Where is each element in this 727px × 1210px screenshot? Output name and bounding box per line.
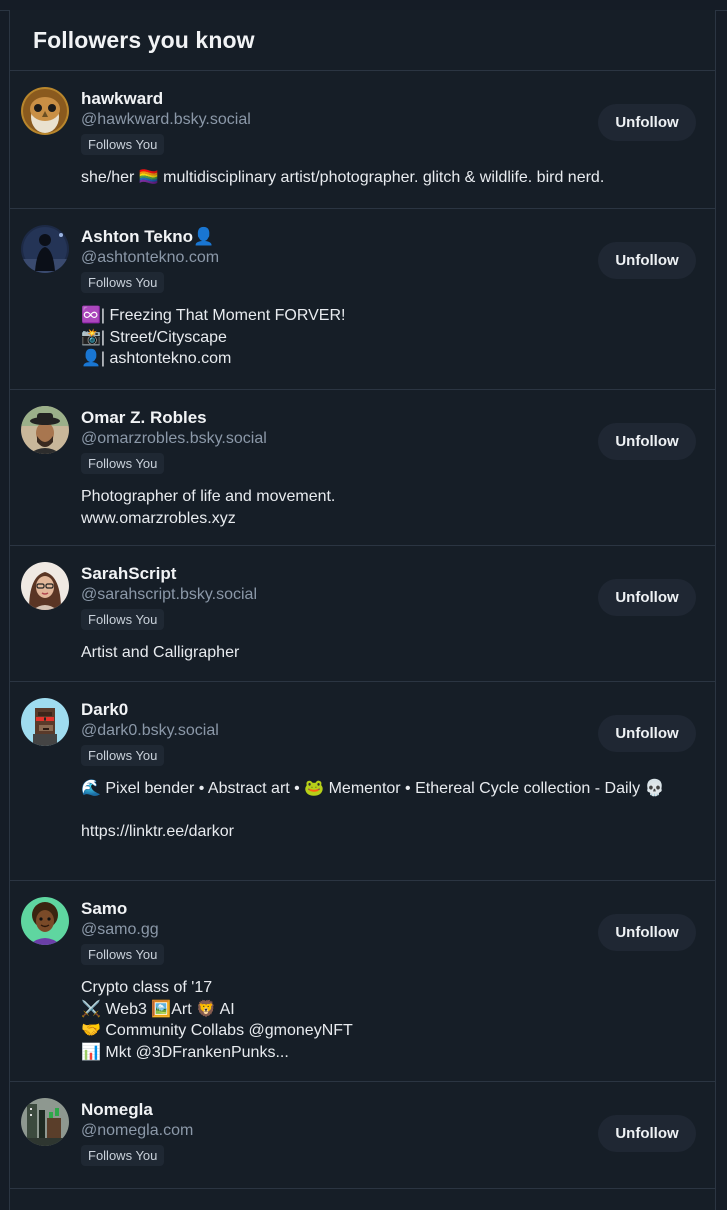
unfollow-button[interactable]: Unfollow: [598, 423, 696, 460]
unfollow-button[interactable]: Unfollow: [598, 242, 696, 279]
panel-header: Followers you know: [10, 10, 715, 71]
unfollow-button[interactable]: Unfollow: [598, 579, 696, 616]
owl-avatar[interactable]: [21, 87, 69, 135]
follower-bio: Photographer of life and movement. www.o…: [81, 488, 336, 527]
unfollow-button[interactable]: Unfollow: [598, 914, 696, 951]
follower-bio: she/her 🏳️‍🌈 multidisciplinary artist/ph…: [81, 169, 605, 186]
follows-you-badge: Follows You: [81, 134, 165, 155]
follower-name[interactable]: Samo: [81, 898, 695, 919]
pixel-ape-avatar[interactable]: [21, 698, 69, 746]
follower-bio: Artist and Calligrapher: [81, 644, 240, 661]
follower-row[interactable]: Dark0 @dark0.bsky.social Follows You 🌊 P…: [10, 682, 715, 881]
follower-row[interactable]: Ashton Tekno👤 @ashtontekno.com Follows Y…: [10, 209, 715, 390]
follower-row[interactable]: Samo @samo.gg Follows You Crypto class o…: [10, 881, 715, 1082]
follower-name[interactable]: Ashton Tekno👤: [81, 226, 695, 247]
followers-panel: Followers you know hawkward @hawkward.bs…: [9, 10, 716, 1210]
follower-bio: 🌊 Pixel bender • Abstract art • 🐸 Mement…: [81, 780, 665, 840]
follower-bio: Crypto class of '17 ⚔️ Web3 🖼️Art 🦁 AI 🤝…: [81, 979, 353, 1061]
silhouette-avatar[interactable]: [21, 225, 69, 273]
follower-row[interactable]: Nomegla @nomegla.com Follows You Unfollo…: [10, 1082, 715, 1189]
follower-name[interactable]: Omar Z. Robles: [81, 407, 695, 428]
portrait-avatar[interactable]: [21, 562, 69, 610]
follows-you-badge: Follows You: [81, 944, 165, 965]
unfollow-button[interactable]: Unfollow: [598, 715, 696, 752]
follower-name[interactable]: Dark0: [81, 699, 695, 720]
follower-name[interactable]: hawkward: [81, 88, 695, 109]
hat-portrait-avatar[interactable]: [21, 406, 69, 454]
page-title: Followers you know: [33, 27, 255, 53]
follower-bio: ♾️| Freezing That Moment FORVER! 📸| Stre…: [81, 307, 346, 367]
follower-name[interactable]: SarahScript: [81, 563, 695, 584]
follower-row[interactable]: Omar Z. Robles @omarzrobles.bsky.social …: [10, 390, 715, 546]
follows-you-badge: Follows You: [81, 453, 165, 474]
unfollow-button[interactable]: Unfollow: [598, 104, 696, 141]
follows-you-badge: Follows You: [81, 272, 165, 293]
follower-name[interactable]: Nomegla: [81, 1099, 695, 1120]
follower-row[interactable]: SarahScript @sarahscript.bsky.social Fol…: [10, 546, 715, 682]
cartoon-avatar[interactable]: [21, 897, 69, 945]
pixel-art-avatar[interactable]: [21, 1098, 69, 1146]
unfollow-button[interactable]: Unfollow: [598, 1115, 696, 1152]
follower-row[interactable]: hawkward @hawkward.bsky.social Follows Y…: [10, 71, 715, 209]
follows-you-badge: Follows You: [81, 745, 165, 766]
follows-you-badge: Follows You: [81, 609, 165, 630]
follows-you-badge: Follows You: [81, 1145, 165, 1166]
